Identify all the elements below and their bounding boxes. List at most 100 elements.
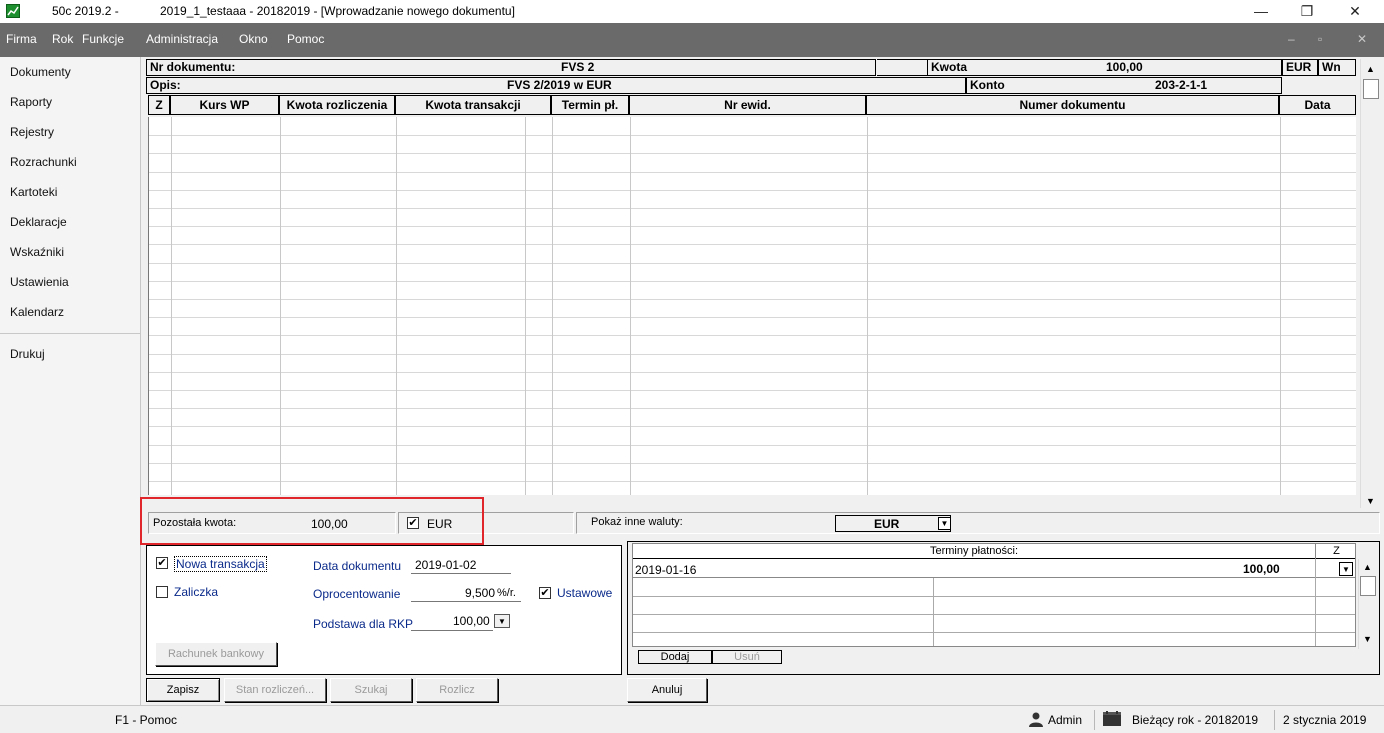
description-label: Opis: [150, 78, 181, 92]
grid-row-line [149, 390, 1356, 391]
amount-value: 100,00 [1106, 60, 1143, 74]
interest-value[interactable]: 9,500 [465, 586, 495, 600]
grid-row-line [149, 354, 1356, 355]
mdi-restore-button[interactable]: ▫ [1318, 32, 1322, 46]
save-button[interactable]: Zapisz [146, 678, 220, 702]
terms-scroll-down-arrow-icon[interactable]: ▼ [1359, 631, 1376, 648]
sidebar-item-wskazniki[interactable]: Wskaźniki [10, 245, 64, 259]
menu-okno[interactable]: Okno [239, 32, 268, 46]
terms-scroll-up-arrow-icon[interactable]: ▲ [1359, 559, 1376, 576]
nowa-transakcja-label[interactable]: Nowa transakcja [174, 556, 267, 572]
rkp-base-label: Podstawa dla RKP [313, 617, 414, 631]
zaliczka-checkbox[interactable] [156, 586, 168, 598]
currency-select[interactable]: EUR ▼ [835, 515, 951, 532]
column-header-termin[interactable]: Termin pł. [551, 95, 629, 115]
interest-underline [411, 601, 521, 602]
interest-unit: %/r. [497, 587, 516, 599]
grid-row-line [149, 226, 1356, 227]
term-dropdown-arrow-icon[interactable]: ▼ [1339, 562, 1353, 576]
sidebar-item-kartoteki[interactable]: Kartoteki [10, 185, 57, 199]
sidebar-item-rejestry[interactable]: Rejestry [10, 125, 54, 139]
scroll-thumb[interactable] [1363, 79, 1379, 99]
sidebar-item-ustawienia[interactable]: Ustawienia [10, 275, 69, 289]
sidebar-item-dokumenty[interactable]: Dokumenty [10, 65, 71, 79]
menu-rok[interactable]: Rok [52, 32, 73, 46]
cancel-button[interactable]: Anuluj [627, 678, 707, 702]
remove-term-button[interactable]: Usuń [712, 650, 782, 664]
column-header-kwota-rozliczenia[interactable]: Kwota rozliczenia [279, 95, 395, 115]
grid-row-line [149, 153, 1356, 154]
currency-select-value: EUR [874, 517, 900, 531]
grid-row-line [149, 281, 1356, 282]
document-date-underline [411, 573, 511, 574]
minimize-button[interactable]: — [1238, 0, 1284, 23]
highlight-annotation [140, 497, 484, 545]
description-value: FVS 2/2019 w EUR [507, 78, 612, 92]
column-header-kurs-wp[interactable]: Kurs WP [170, 95, 279, 115]
menu-firma[interactable]: Firma [6, 32, 37, 46]
restore-button[interactable]: ❐ [1284, 0, 1330, 23]
nowa-transakcja-checkbox[interactable]: ✔ [156, 557, 168, 569]
ustawowe-checkbox[interactable]: ✔ [539, 587, 551, 599]
sidebar-item-raporty[interactable]: Raporty [10, 95, 52, 109]
close-button[interactable]: ✕ [1332, 0, 1378, 23]
grid-row-line [149, 299, 1356, 300]
amount-field: Kwota 100,00 [927, 59, 1282, 76]
terms-scroll-thumb[interactable] [1360, 576, 1376, 596]
column-header-z[interactable]: Z [148, 95, 170, 115]
title-bar: 50c 2019.2 - 2019_1_testaaa - 20182019 -… [0, 0, 1384, 23]
show-other-currency-label: Pokaż inne waluty: [591, 516, 683, 528]
scroll-up-arrow-icon[interactable]: ▲ [1362, 61, 1379, 78]
menu-pomoc[interactable]: Pomoc [287, 32, 324, 46]
grid-row-line [149, 208, 1356, 209]
current-year: Bieżący rok - 20182019 [1132, 713, 1259, 727]
dropdown-arrow-icon[interactable]: ▼ [938, 517, 951, 530]
settlement-table-body[interactable] [148, 117, 1356, 495]
settlement-status-button[interactable]: Stan rozliczeń... [224, 678, 326, 702]
sidebar-item-deklaracje[interactable]: Deklaracje [10, 215, 67, 229]
menu-administracja[interactable]: Administracja [146, 32, 218, 46]
column-header-nr-ewid[interactable]: Nr ewid. [629, 95, 866, 115]
payment-term-row[interactable]: 2019-01-16 100,00 ▼ [633, 560, 1355, 578]
table-scrollbar[interactable]: ▲ ▼ [1360, 59, 1380, 511]
grid-row-line [149, 335, 1356, 336]
sidebar: Dokumenty Raporty Rejestry Rozrachunki K… [0, 57, 141, 705]
sidebar-item-kalendarz[interactable]: Kalendarz [10, 305, 64, 319]
payment-terms-z-header: Z [1315, 544, 1355, 559]
grid-row-line [149, 372, 1356, 373]
mdi-close-button[interactable]: ✕ [1357, 32, 1367, 46]
mdi-minimize-button[interactable]: – [1288, 32, 1295, 46]
settle-button[interactable]: Rozlicz [416, 678, 498, 702]
bank-account-button[interactable]: Rachunek bankowy [155, 642, 277, 666]
doc-number-field: Nr dokumentu: FVS 2 [146, 59, 876, 76]
grid-column-line [396, 117, 397, 495]
transaction-options-panel: ✔ Nowa transakcja Zaliczka Data dokument… [146, 545, 622, 675]
help-hint: F1 - Pomoc [115, 713, 178, 727]
search-button[interactable]: Szukaj [330, 678, 412, 702]
column-header-data[interactable]: Data [1279, 95, 1356, 115]
sidebar-divider [0, 333, 140, 334]
rkp-dropdown-arrow-icon[interactable]: ▼ [494, 614, 510, 628]
sidebar-item-drukuj[interactable]: Drukuj [10, 347, 45, 361]
rkp-base-underline [411, 630, 493, 631]
grid-row-line [149, 263, 1356, 264]
grid-row-line [149, 172, 1356, 173]
column-header-numer-dokumentu[interactable]: Numer dokumentu [866, 95, 1279, 115]
payment-terms-title: Terminy płatności: [929, 545, 1019, 557]
terms-scrollbar[interactable]: ▲ ▼ [1358, 559, 1377, 649]
payment-term-date: 2019-01-16 [635, 563, 697, 577]
column-header-kwota-transakcji[interactable]: Kwota transakcji [395, 95, 551, 115]
document-date-value[interactable]: 2019-01-02 [415, 558, 476, 572]
menu-funkcje[interactable]: Funkcje [82, 32, 124, 46]
payment-terms-table[interactable]: Terminy płatności: Z 2019-01-16 100,00 ▼ [632, 543, 1356, 647]
rkp-base-value[interactable]: 100,00 [453, 614, 490, 628]
grid-row-line [149, 481, 1356, 482]
sidebar-item-rozrachunki[interactable]: Rozrachunki [10, 155, 77, 169]
grid-row-line [149, 463, 1356, 464]
add-term-button[interactable]: Dodaj [638, 650, 712, 664]
grid-row-line [149, 190, 1356, 191]
account-value: 203-2-1-1 [1155, 78, 1208, 92]
grid-column-line [525, 117, 526, 495]
current-date: 2 stycznia 2019 [1283, 713, 1367, 727]
payment-terms-header: Terminy płatności: Z [633, 544, 1355, 559]
